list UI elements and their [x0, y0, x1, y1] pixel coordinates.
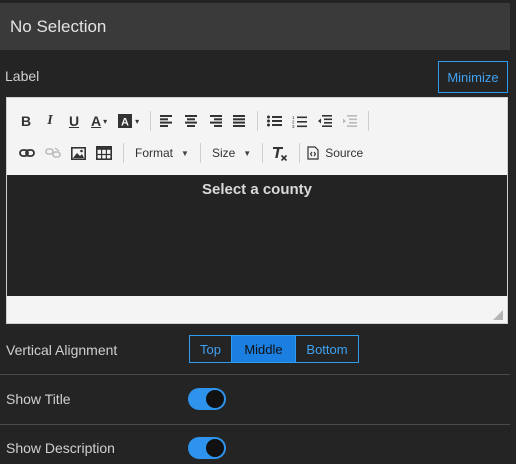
toolbar-row-2: Format ▼ Size ▼ Source	[15, 140, 369, 166]
align-justify-icon[interactable]	[228, 110, 250, 132]
source-label: Source	[325, 146, 364, 160]
editor-content-area[interactable]: Select a county	[7, 175, 507, 296]
svg-text:A: A	[121, 117, 129, 129]
image-icon[interactable]	[67, 142, 90, 164]
show-description-toggle[interactable]	[188, 437, 226, 459]
editor-toolbar: B I U A ▾ A ▾ 1 2 3 Format ▼ Size ▼ Sour…	[7, 98, 507, 174]
text-color-icon[interactable]: A ▾	[87, 110, 111, 132]
vertical-alignment-label: Vertical Alignment	[6, 342, 118, 358]
toolbar-separator	[199, 143, 201, 163]
show-title-label: Show Title	[6, 391, 71, 407]
align-center-icon[interactable]	[180, 110, 202, 132]
toolbar-row-1: B I U A ▾ A ▾ 1 2 3	[15, 108, 374, 134]
italic-icon[interactable]: I	[39, 110, 61, 132]
align-middle-option[interactable]: Middle	[231, 335, 296, 363]
svg-text:3: 3	[292, 124, 295, 128]
toolbar-separator	[123, 143, 124, 163]
format-dropdown[interactable]: Format ▼	[129, 142, 195, 164]
selection-title: No Selection	[10, 16, 107, 36]
align-left-icon[interactable]	[156, 110, 178, 132]
show-description-label: Show Description	[6, 440, 115, 456]
table-icon[interactable]	[92, 142, 116, 164]
numbered-list-icon[interactable]: 123	[288, 110, 311, 132]
label-heading: Label	[5, 68, 40, 84]
remove-format-icon[interactable]	[268, 142, 292, 164]
chevron-down-icon: ▼	[181, 148, 189, 158]
row-divider	[0, 424, 510, 425]
toolbar-separator	[150, 111, 152, 131]
format-dropdown-label: Format	[135, 146, 174, 160]
align-right-icon[interactable]	[204, 110, 226, 132]
source-button[interactable]: Source	[305, 142, 369, 164]
chevron-down-icon: ▼	[243, 148, 252, 158]
decrease-indent-icon[interactable]	[313, 110, 336, 132]
editor-status-bar	[7, 296, 507, 323]
size-dropdown[interactable]: Size ▼	[206, 142, 257, 164]
rich-text-editor: B I U A ▾ A ▾ 1 2 3 Format ▼ Size ▼ Sour…	[6, 97, 508, 324]
bulleted-list-icon[interactable]	[263, 110, 286, 132]
toolbar-separator	[299, 143, 301, 163]
size-dropdown-label: Size	[211, 146, 236, 160]
toolbar-separator	[262, 143, 264, 163]
minimize-button[interactable]: Minimize	[438, 61, 508, 93]
editor-content-text: Select a county	[201, 181, 313, 198]
align-bottom-option[interactable]: Bottom	[295, 335, 359, 363]
bold-icon[interactable]: B	[15, 110, 37, 132]
background-color-icon[interactable]: A ▾	[113, 110, 143, 132]
increase-indent-icon[interactable]	[338, 110, 361, 132]
row-divider	[0, 374, 510, 375]
unlink-icon[interactable]	[41, 142, 65, 164]
toggle-knob	[206, 439, 224, 457]
underline-icon[interactable]: U	[63, 110, 85, 132]
source-icon	[307, 146, 319, 160]
align-top-option[interactable]: Top	[189, 335, 232, 363]
toggle-knob	[206, 390, 224, 408]
resize-handle-icon[interactable]	[491, 308, 503, 320]
vertical-alignment-control: Top Middle Bottom	[189, 335, 359, 363]
label-row: Label Minimize	[0, 60, 510, 94]
toolbar-separator	[257, 111, 259, 131]
link-icon[interactable]	[15, 142, 39, 164]
show-title-toggle[interactable]	[188, 388, 226, 410]
toolbar-separator	[368, 111, 370, 131]
selection-header: No Selection	[0, 3, 510, 50]
